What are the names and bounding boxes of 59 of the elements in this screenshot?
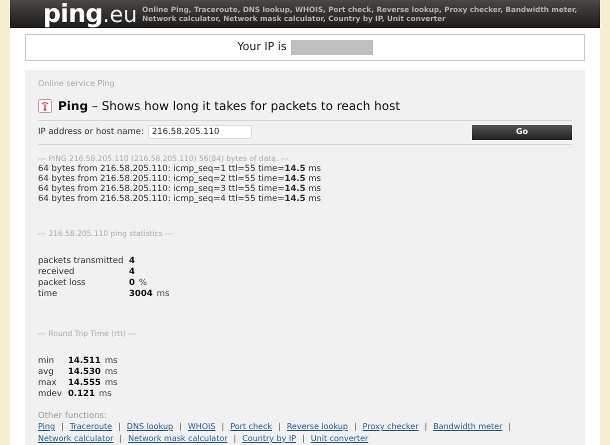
- function-link[interactable]: Network mask calculator: [128, 433, 228, 445]
- link-separator: |: [424, 421, 428, 433]
- stat-label: mdev: [38, 389, 63, 400]
- stat-label: received: [38, 266, 76, 278]
- page-title: Ping – Shows how long it takes for packets to reach host: [58, 98, 400, 114]
- stat-unit: ms: [156, 288, 170, 300]
- stat-value: 4: [129, 266, 135, 278]
- breadcrumb: Online service Ping: [38, 78, 116, 90]
- ping-reply-line: 64 bytes from 216.58.205.110: icmp_seq=2 ttl=55 time=14.5 ms: [38, 174, 322, 184]
- link-separator: |: [179, 421, 182, 433]
- link-separator: |: [234, 433, 236, 445]
- stat-unit: ms: [104, 378, 118, 389]
- link-separator: |: [119, 433, 122, 445]
- link-separator: |: [61, 421, 64, 433]
- stat-label: time: [38, 288, 58, 300]
- stat-unit: ms: [98, 389, 112, 400]
- function-link[interactable]: Port check: [230, 421, 272, 433]
- link-separator: |: [302, 433, 305, 445]
- stat-value: 3004: [129, 288, 153, 300]
- go-button[interactable]: Go: [472, 124, 572, 140]
- stat-label: max: [38, 378, 58, 389]
- stat-label: packet loss: [38, 278, 87, 289]
- link-separator: |: [354, 421, 357, 433]
- link-separator: |: [278, 421, 281, 433]
- logo-suffix: .eu: [102, 4, 138, 27]
- stat-value: 0.121: [68, 389, 95, 400]
- other-functions-label: Other functions:: [38, 411, 108, 421]
- stat-unit: %: [138, 278, 147, 289]
- function-link[interactable]: Ping: [38, 421, 56, 433]
- function-link[interactable]: Proxy checker: [362, 421, 418, 433]
- ip-label: Your IP is: [237, 38, 287, 55]
- logo-text[interactable]: ping: [43, 0, 103, 26]
- stat-label: avg: [38, 367, 55, 378]
- function-link[interactable]: Bandwidth meter: [433, 421, 502, 433]
- ping-reply-line: 64 bytes from 216.58.205.110: icmp_seq=4 ttl=55 time=14.5 ms: [38, 194, 322, 204]
- stat-unit: ms: [104, 356, 118, 367]
- ping-reply-line: 64 bytes from 216.58.205.110: icmp_seq=3 ttl=55 time=14.5 ms: [38, 184, 322, 194]
- stat-value: 14.555: [68, 378, 101, 389]
- stat-label: packets transmitted: [38, 256, 124, 267]
- stat-value: 0: [129, 278, 135, 289]
- function-link[interactable]: Country by IP: [242, 433, 296, 445]
- function-link[interactable]: Unit converter: [310, 433, 368, 445]
- link-separator: |: [221, 421, 224, 433]
- stat-value: 14.511: [68, 356, 101, 367]
- function-link[interactable]: Traceroute: [70, 421, 112, 433]
- ping-reply-line: 64 bytes from 216.58.205.110: icmp_seq=1 ttl=55 time=14.5 ms: [38, 164, 322, 174]
- antenna-icon: [38, 98, 52, 112]
- function-link[interactable]: Network calculator: [38, 433, 114, 445]
- link-separator: |: [508, 421, 512, 433]
- stat-value: 4: [129, 256, 135, 267]
- host-label: IP address or host name:: [38, 126, 144, 138]
- host-input[interactable]: 216.58.205.110: [148, 125, 252, 139]
- function-link[interactable]: DNS lookup: [126, 421, 174, 433]
- link-separator: |: [118, 421, 121, 433]
- function-link[interactable]: WHOIS: [188, 421, 216, 433]
- stat-label: min: [38, 356, 56, 367]
- function-link[interactable]: Reverse lookup: [286, 421, 348, 433]
- stat-value: 14.530: [68, 367, 101, 378]
- stat-unit: ms: [104, 367, 118, 378]
